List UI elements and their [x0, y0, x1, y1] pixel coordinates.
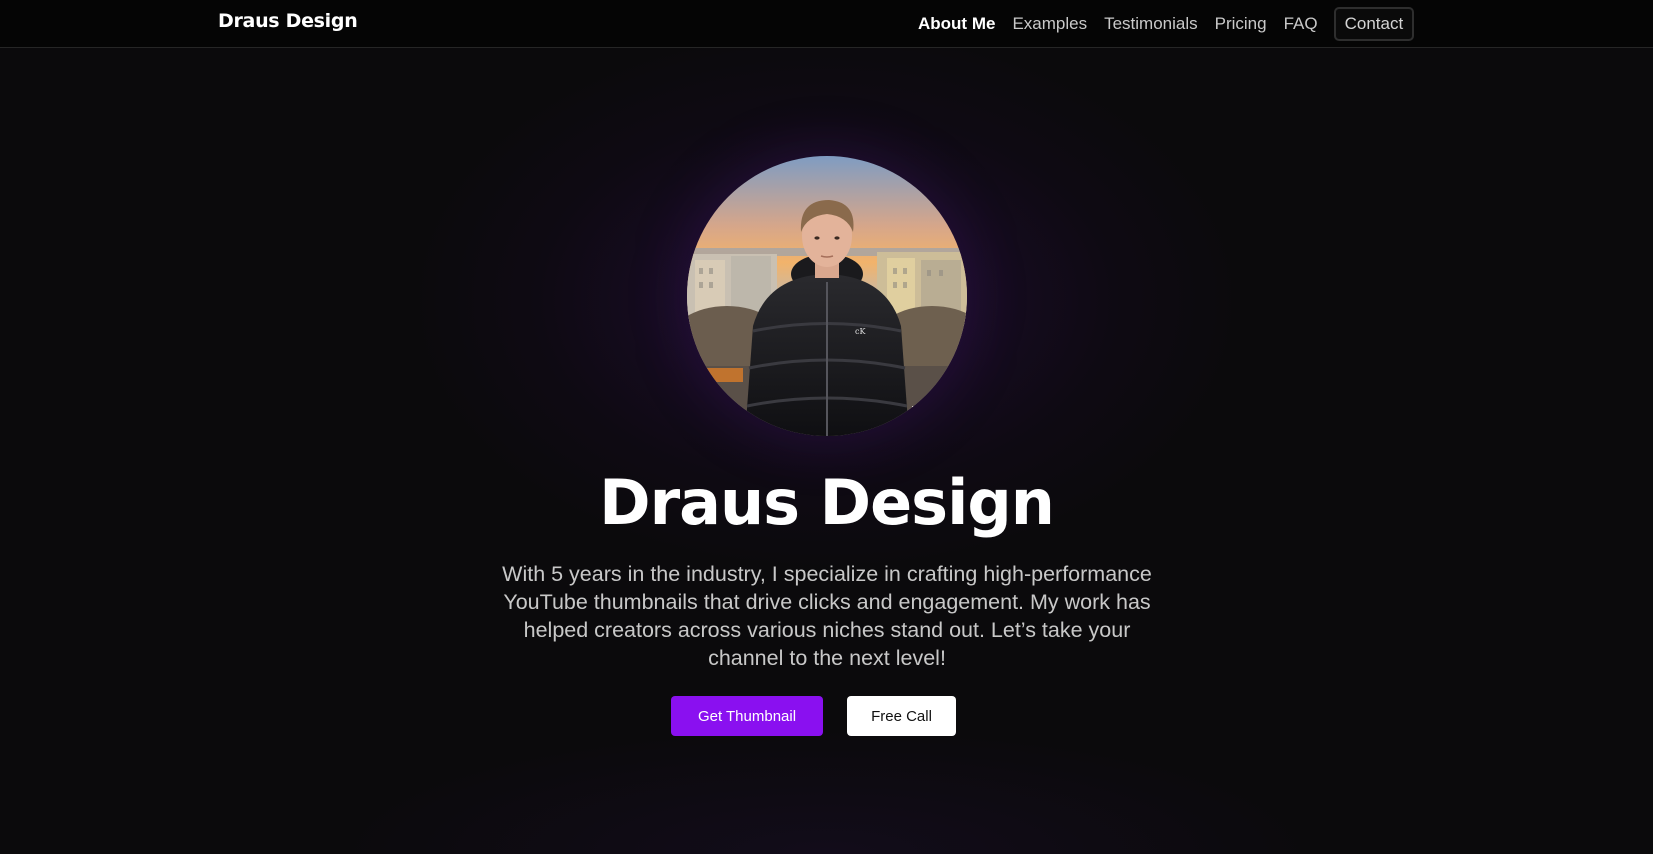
nav-item-pricing[interactable]: Pricing [1215, 14, 1267, 34]
hero-description: With 5 years in the industry, I speciali… [502, 562, 1152, 670]
free-call-button[interactable]: Free Call [847, 696, 956, 736]
top-navbar: Draus Design About Me Examples Testimoni… [0, 0, 1653, 48]
nav-item-faq[interactable]: FAQ [1284, 14, 1318, 34]
cta-buttons: Get Thumbnail Free Call [0, 696, 1653, 736]
get-thumbnail-button[interactable]: Get Thumbnail [671, 696, 823, 736]
nav-item-about-me[interactable]: About Me [918, 14, 995, 34]
contact-button[interactable]: Contact [1333, 7, 1415, 41]
nav-item-examples[interactable]: Examples [1012, 14, 1087, 34]
landing-page: Draus Design About Me Examples Testimoni… [0, 0, 1653, 854]
svg-text:cK: cK [855, 327, 866, 336]
hero-title: Draus Design [599, 466, 1055, 539]
profile-photo-icon: cK [687, 156, 967, 436]
profile-avatar: cK [687, 156, 967, 436]
nav-item-testimonials[interactable]: Testimonials [1104, 14, 1198, 34]
main-nav: About Me Examples Testimonials Pricing F… [918, 7, 1415, 41]
brand-logo[interactable]: Draus Design [218, 10, 358, 32]
